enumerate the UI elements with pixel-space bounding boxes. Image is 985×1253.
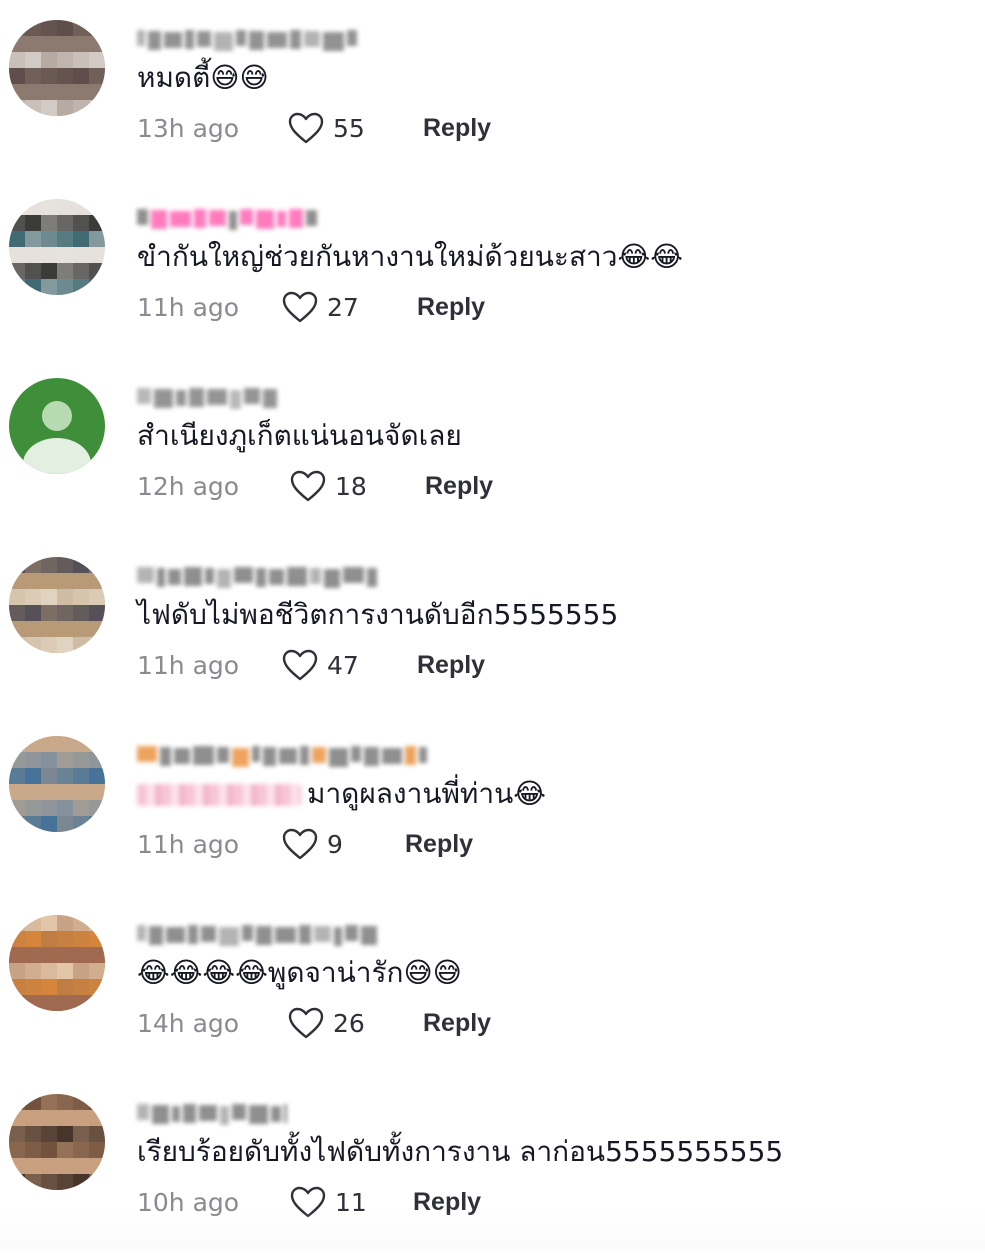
comment-text: 😂😂😂😂พูดจาน่ารัก😅😅 <box>137 953 462 993</box>
comment-body: ไฟดับไม่พอชีวิตการงานดับอีก5555555 <box>137 598 619 631</box>
username-redacted[interactable] <box>137 921 427 947</box>
like-button[interactable]: 26 <box>287 1006 385 1040</box>
comment-meta: 11h ago 27 Reply <box>137 287 485 327</box>
reply-button[interactable]: Reply <box>405 830 473 859</box>
comment-timestamp: 12h ago <box>137 471 240 501</box>
comment-item: เรียบร้อยดับทั้งไฟดับทั้งการงาน ลาก่อน55… <box>0 1074 985 1253</box>
mention-redacted[interactable] <box>137 784 301 806</box>
comment-body: มาดูผลงานพี่ท่าน😂 <box>307 777 546 810</box>
comment-timestamp: 10h ago <box>137 1187 240 1217</box>
avatar[interactable] <box>9 915 105 1011</box>
like-count: 55 <box>333 113 365 143</box>
like-button[interactable]: 47 <box>281 648 379 682</box>
comment-text: สำเนียงภูเก็ตแน่นอนจัดเลย <box>137 416 462 456</box>
comment-text: หมดตี้😅😅 <box>137 58 269 98</box>
username-redacted[interactable] <box>137 563 427 589</box>
comment-meta: 13h ago 55 Reply <box>137 108 491 148</box>
avatar[interactable] <box>9 1094 105 1190</box>
username-redacted[interactable] <box>137 205 427 231</box>
like-button[interactable]: 55 <box>287 111 385 145</box>
like-button[interactable]: 27 <box>281 290 379 324</box>
comment-meta: 11h ago 9 Reply <box>137 824 473 864</box>
comment-body: 😂😂😂😂พูดจาน่ารัก😅😅 <box>137 956 462 989</box>
comment-timestamp: 11h ago <box>137 292 240 322</box>
like-button[interactable]: 18 <box>289 469 387 503</box>
comment-meta: 10h ago 11 Reply <box>137 1182 481 1222</box>
reply-button[interactable]: Reply <box>417 293 485 322</box>
like-count: 26 <box>333 1008 365 1038</box>
heart-icon <box>288 112 324 144</box>
comment-text: ไฟดับไม่พอชีวิตการงานดับอีก5555555 <box>137 595 618 635</box>
avatar[interactable] <box>9 736 105 832</box>
username-redacted[interactable] <box>137 384 427 410</box>
like-button[interactable]: 11 <box>289 1185 375 1219</box>
heart-icon <box>282 828 318 860</box>
username-redacted[interactable] <box>137 26 427 52</box>
like-count: 9 <box>327 829 343 859</box>
comment-item: หมดตี้😅😅 13h ago 55 Reply <box>0 0 985 179</box>
comment-meta: 11h ago 47 Reply <box>137 645 485 685</box>
comment-body: สำเนียงภูเก็ตแน่นอนจัดเลย <box>137 419 462 452</box>
comment-item: 😂😂😂😂พูดจาน่ารัก😅😅 14h ago 26 Reply <box>0 895 985 1074</box>
reply-button[interactable]: Reply <box>423 1009 491 1038</box>
like-button[interactable]: 9 <box>281 827 367 861</box>
heart-icon <box>282 291 318 323</box>
comment-text: มาดูผลงานพี่ท่าน😂 <box>137 774 546 814</box>
like-count: 11 <box>335 1187 367 1217</box>
comment-item: สำเนียงภูเก็ตแน่นอนจัดเลย 12h ago 18 Reply <box>0 358 985 537</box>
comment-body: หมดตี้😅😅 <box>137 61 269 94</box>
username-redacted[interactable] <box>137 742 427 768</box>
like-count: 27 <box>327 292 359 322</box>
heart-icon <box>288 1007 324 1039</box>
username-redacted[interactable] <box>137 1100 427 1126</box>
comment-text: เรียบร้อยดับทั้งไฟดับทั้งการงาน ลาก่อน55… <box>137 1132 783 1172</box>
avatar[interactable] <box>9 557 105 653</box>
comment-body: ขำกันใหญ่ช่วยกันหางานใหม่ด้วยนะสาว😂😂 <box>137 240 683 273</box>
comment-timestamp: 11h ago <box>137 650 240 680</box>
comment-timestamp: 13h ago <box>137 113 240 143</box>
reply-button[interactable]: Reply <box>417 651 485 680</box>
like-count: 47 <box>327 650 359 680</box>
comment-timestamp: 11h ago <box>137 829 240 859</box>
reply-button[interactable]: Reply <box>425 472 493 501</box>
heart-icon <box>290 1186 326 1218</box>
comment-body: เรียบร้อยดับทั้งไฟดับทั้งการงาน ลาก่อน55… <box>137 1135 784 1168</box>
avatar[interactable] <box>9 378 105 474</box>
avatar[interactable] <box>9 20 105 116</box>
comment-item: ไฟดับไม่พอชีวิตการงานดับอีก5555555 11h ag… <box>0 537 985 716</box>
reply-button[interactable]: Reply <box>413 1188 481 1217</box>
comment-timestamp: 14h ago <box>137 1008 240 1038</box>
comment-text: ขำกันใหญ่ช่วยกันหางานใหม่ด้วยนะสาว😂😂 <box>137 237 683 277</box>
avatar[interactable] <box>9 199 105 295</box>
heart-icon <box>290 470 326 502</box>
reply-button[interactable]: Reply <box>423 114 491 143</box>
heart-icon <box>282 649 318 681</box>
comment-item: ขำกันใหญ่ช่วยกันหางานใหม่ด้วยนะสาว😂😂 11h … <box>0 179 985 358</box>
like-count: 18 <box>335 471 367 501</box>
comment-meta: 12h ago 18 Reply <box>137 466 493 506</box>
comment-meta: 14h ago 26 Reply <box>137 1003 491 1043</box>
comment-item: มาดูผลงานพี่ท่าน😂 11h ago 9 Reply <box>0 716 985 895</box>
